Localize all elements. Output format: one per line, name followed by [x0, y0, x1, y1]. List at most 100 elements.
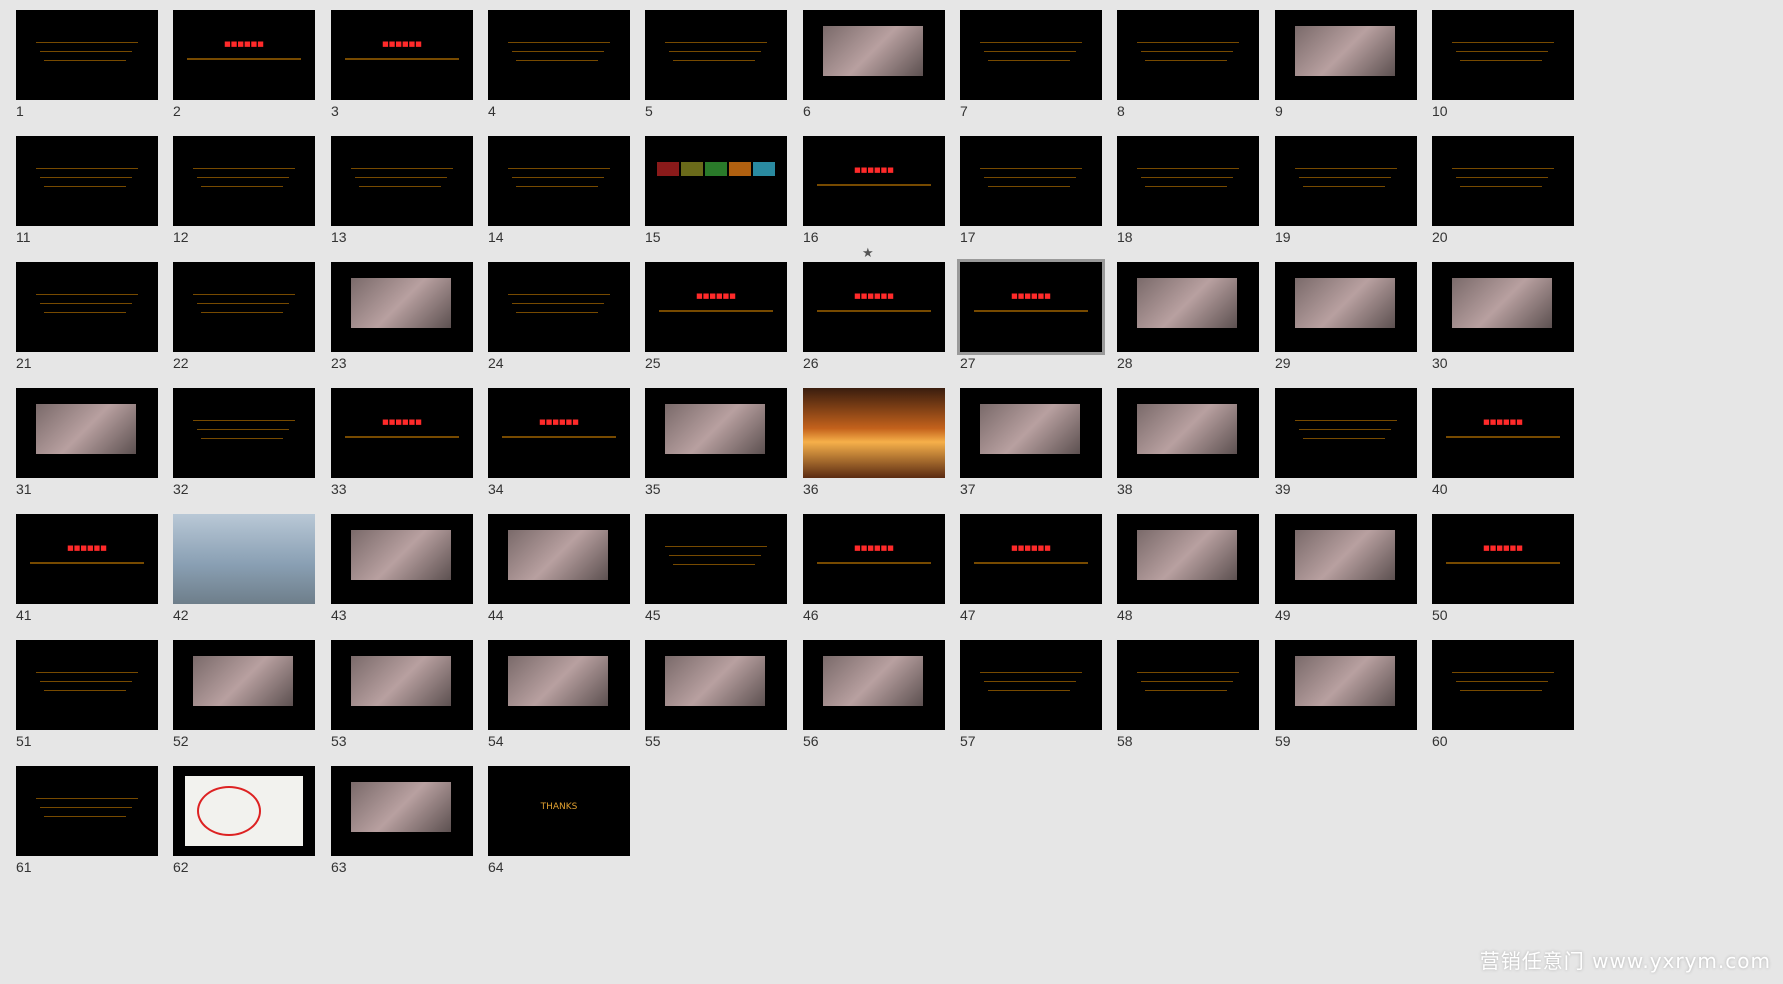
slide-thumbnail-cell[interactable]: ■■■■■■ 50 — [1416, 504, 1576, 630]
slide-thumbnail-cell[interactable]: 52 — [157, 630, 317, 756]
slide-thumbnail-cell[interactable]: 62 — [157, 756, 317, 882]
slide-thumbnail[interactable] — [1432, 136, 1574, 226]
slide-thumbnail[interactable] — [645, 514, 787, 604]
slide-thumbnail-cell[interactable]: 17 — [944, 126, 1104, 252]
slide-thumbnail-cell[interactable]: THANKS 64 — [472, 756, 632, 882]
slide-thumbnail[interactable] — [488, 514, 630, 604]
slide-thumbnail-cell[interactable]: 11 — [0, 126, 160, 252]
slide-thumbnail[interactable]: ■■■■■■ — [803, 136, 945, 226]
slide-thumbnail[interactable]: THANKS — [488, 766, 630, 856]
slide-thumbnail[interactable] — [488, 640, 630, 730]
slide-thumbnail-cell[interactable]: 20 — [1416, 126, 1576, 252]
slide-thumbnail-cell[interactable]: ■■■■■■ 41 — [0, 504, 160, 630]
slide-thumbnail[interactable] — [1117, 262, 1259, 352]
slide-thumbnail-cell[interactable]: 1 — [0, 0, 160, 126]
slide-thumbnail[interactable] — [1275, 262, 1417, 352]
slide-thumbnail-cell[interactable]: ■■■■■■ 25 — [629, 252, 789, 378]
slide-thumbnail[interactable] — [331, 262, 473, 352]
slide-thumbnail-cell[interactable]: 39 — [1259, 378, 1419, 504]
slide-thumbnail-cell[interactable]: 18 — [1101, 126, 1261, 252]
slide-thumbnail-cell[interactable]: 61 — [0, 756, 160, 882]
slide-thumbnail-cell[interactable]: 24 — [472, 252, 632, 378]
slide-thumbnail-cell[interactable]: 49 — [1259, 504, 1419, 630]
slide-thumbnail[interactable] — [1432, 10, 1574, 100]
slide-thumbnail-cell[interactable]: 29 — [1259, 252, 1419, 378]
slide-thumbnail[interactable] — [960, 640, 1102, 730]
slide-thumbnail-cell[interactable]: 7 — [944, 0, 1104, 126]
slide-thumbnail-cell[interactable]: 31 — [0, 378, 160, 504]
slide-thumbnail-cell[interactable]: 38 — [1101, 378, 1261, 504]
slide-thumbnail-cell[interactable]: 6 — [787, 0, 947, 126]
slide-thumbnail-cell[interactable]: 55 — [629, 630, 789, 756]
slide-thumbnail-cell[interactable]: 8 — [1101, 0, 1261, 126]
slide-thumbnail-cell[interactable]: 30 — [1416, 252, 1576, 378]
slide-thumbnail[interactable] — [1117, 136, 1259, 226]
slide-thumbnail-cell[interactable]: 59 — [1259, 630, 1419, 756]
slide-thumbnail-cell[interactable]: ■■■■■■ 2 — [157, 0, 317, 126]
slide-thumbnail[interactable] — [960, 136, 1102, 226]
slide-thumbnail-cell[interactable]: 10 — [1416, 0, 1576, 126]
slide-thumbnail-cell[interactable]: 51 — [0, 630, 160, 756]
slide-thumbnail-cell[interactable]: 36 — [787, 378, 947, 504]
slide-thumbnail-cell[interactable]: 19 — [1259, 126, 1419, 252]
slide-thumbnail[interactable] — [1117, 640, 1259, 730]
slide-thumbnail-cell[interactable]: 53 — [315, 630, 475, 756]
slide-thumbnail-cell[interactable]: 9 — [1259, 0, 1419, 126]
slide-thumbnail[interactable] — [1275, 136, 1417, 226]
slide-thumbnail[interactable] — [331, 766, 473, 856]
slide-thumbnail[interactable] — [1117, 388, 1259, 478]
slide-thumbnail-cell[interactable]: ■■■■■■ 26 — [787, 252, 947, 378]
slide-thumbnail[interactable] — [960, 388, 1102, 478]
slide-thumbnail[interactable]: ■■■■■■ — [16, 514, 158, 604]
slide-thumbnail[interactable]: ■■■■■■ — [960, 514, 1102, 604]
slide-thumbnail[interactable] — [173, 262, 315, 352]
slide-thumbnail[interactable] — [645, 640, 787, 730]
slide-thumbnail-cell[interactable]: 32 — [157, 378, 317, 504]
slide-thumbnail[interactable] — [16, 388, 158, 478]
slide-thumbnail[interactable] — [1117, 10, 1259, 100]
slide-thumbnail-cell[interactable]: 15 — [629, 126, 789, 252]
slide-thumbnail[interactable] — [803, 10, 945, 100]
slide-thumbnail[interactable] — [1275, 10, 1417, 100]
slide-thumbnail[interactable] — [1275, 388, 1417, 478]
slide-thumbnail-cell[interactable]: 54 — [472, 630, 632, 756]
slide-thumbnail[interactable] — [16, 766, 158, 856]
slide-thumbnail[interactable] — [645, 388, 787, 478]
slide-thumbnail[interactable] — [16, 262, 158, 352]
slide-thumbnail-cell[interactable]: 63 — [315, 756, 475, 882]
slide-thumbnail[interactable]: ■■■■■■ — [173, 10, 315, 100]
slide-thumbnail[interactable] — [173, 388, 315, 478]
slide-thumbnail-cell[interactable]: 56 — [787, 630, 947, 756]
slide-thumbnail[interactable]: ■■■■■■ — [803, 514, 945, 604]
slide-thumbnail[interactable]: ■■■■■■ — [803, 262, 945, 352]
slide-thumbnail[interactable] — [803, 388, 945, 478]
slide-thumbnail[interactable] — [645, 10, 787, 100]
slide-thumbnail-cell[interactable]: 58 — [1101, 630, 1261, 756]
slide-thumbnail[interactable] — [960, 10, 1102, 100]
slide-thumbnail[interactable] — [488, 10, 630, 100]
slide-thumbnail-cell[interactable]: 45 — [629, 504, 789, 630]
slide-thumbnail-cell[interactable]: ■■■■■■ 3 — [315, 0, 475, 126]
slide-thumbnail-cell[interactable]: 35 — [629, 378, 789, 504]
slide-thumbnail-cell[interactable]: 42 — [157, 504, 317, 630]
slide-thumbnail-cell[interactable]: 28 — [1101, 252, 1261, 378]
slide-thumbnail-cell[interactable]: ■■■■■■ 46 — [787, 504, 947, 630]
slide-thumbnail[interactable] — [488, 136, 630, 226]
slide-thumbnail[interactable] — [488, 262, 630, 352]
slide-thumbnail[interactable] — [16, 640, 158, 730]
slide-thumbnail-cell[interactable]: 44 — [472, 504, 632, 630]
slide-thumbnail[interactable] — [173, 640, 315, 730]
slide-thumbnail[interactable]: ■■■■■■ — [331, 388, 473, 478]
slide-thumbnail-cell[interactable]: 22 — [157, 252, 317, 378]
slide-thumbnail-cell[interactable]: 37 — [944, 378, 1104, 504]
slide-thumbnail-cell[interactable]: 21 — [0, 252, 160, 378]
slide-thumbnail-cell[interactable]: 57 — [944, 630, 1104, 756]
slide-thumbnail-cell[interactable]: 5 — [629, 0, 789, 126]
slide-thumbnail[interactable] — [1117, 514, 1259, 604]
slide-thumbnail[interactable] — [803, 640, 945, 730]
slide-thumbnail[interactable] — [1432, 640, 1574, 730]
slide-thumbnail[interactable]: ■■■■■■ — [331, 10, 473, 100]
slide-thumbnail[interactable] — [173, 766, 315, 856]
slide-thumbnail[interactable] — [331, 640, 473, 730]
slide-thumbnail-cell[interactable]: 48 — [1101, 504, 1261, 630]
